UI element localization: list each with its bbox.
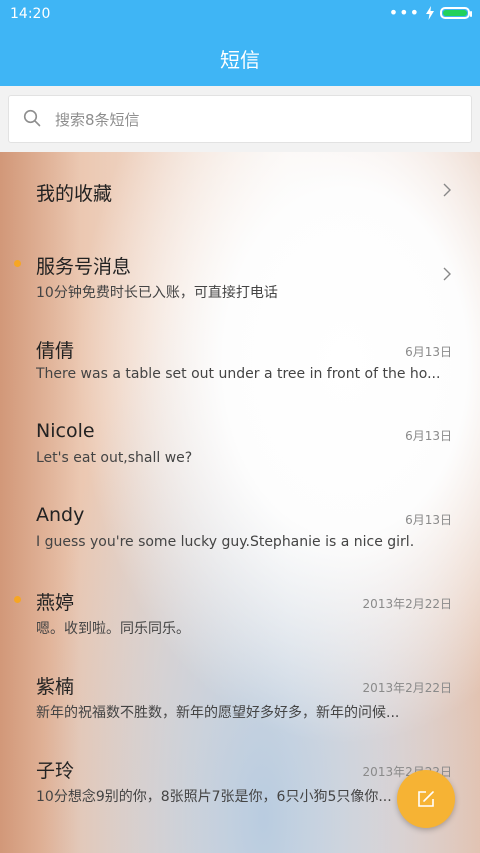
conversation-date: 2013年2月22日 [362,681,452,695]
list-item-favorites[interactable]: 我的收藏 [0,152,480,236]
conversation-list: 我的收藏 服务号消息 10分钟免费时长已入账，可直接打电话 倩倩 6月13日 T… [0,152,480,853]
app-header: 14:20 ••• 短信 [0,0,480,86]
unread-dot [14,596,21,603]
battery-icon [440,7,472,19]
conversation-name: 燕婷 [36,592,75,614]
compose-button[interactable] [397,770,455,828]
conversation-date: 2013年2月22日 [362,597,452,611]
conversation-name: 紫楠 [36,676,75,698]
status-bar: 14:20 ••• [0,0,480,30]
chevron-right-icon [443,183,451,197]
conversation-preview: Let's eat out,shall we? [36,450,193,466]
search-area: 搜索8条短信 [0,86,480,152]
search-placeholder: 搜索8条短信 [55,111,140,129]
conversation-name: Andy [36,504,85,526]
search-input[interactable]: 搜索8条短信 [8,95,472,143]
conversation-preview: 新年的祝福数不胜数，新年的愿望好多好多，新年的问候... [36,705,400,721]
conversation-preview: 10分想念9别的你，8张照片7张是你，6只小狗5只像你... [36,789,392,805]
conversation-name: 倩倩 [36,340,75,362]
list-item-conversation[interactable]: 燕婷 2013年2月22日 嗯。收到啦。同乐同乐。 [0,572,480,656]
conversation-date: 6月13日 [405,429,452,443]
conversation-name: 子玲 [36,760,75,782]
conversation-name: Nicole [36,420,95,442]
list-item-conversation[interactable]: 倩倩 6月13日 There was a table set out under… [0,320,480,404]
list-item-conversation[interactable]: 紫楠 2013年2月22日 新年的祝福数不胜数，新年的愿望好多好多，新年的问候.… [0,656,480,740]
conversation-date: 6月13日 [405,513,452,527]
conversation-name: 我的收藏 [36,183,113,205]
list-item-conversation[interactable]: Nicole 6月13日 Let's eat out,shall we? [0,404,480,488]
conversation-preview: I guess you're some lucky guy.Stephanie … [36,534,415,550]
list-item-conversation[interactable]: Andy 6月13日 I guess you're some lucky guy… [0,488,480,572]
list-item-service[interactable]: 服务号消息 10分钟免费时长已入账，可直接打电话 [0,236,480,320]
more-dots-icon: ••• [388,3,420,22]
page-title: 短信 [220,48,260,72]
unread-dot [14,260,21,267]
status-time: 14:20 [10,6,51,22]
charging-bolt-icon [426,6,434,20]
compose-icon [418,791,434,807]
conversation-name: 服务号消息 [36,256,132,278]
conversation-preview: There was a table set out under a tree i… [36,366,441,382]
chevron-right-icon [443,267,451,281]
conversation-preview: 嗯。收到啦。同乐同乐。 [36,621,190,637]
conversation-preview: 10分钟免费时长已入账，可直接打电话 [36,285,278,301]
status-icons: ••• [388,3,472,22]
search-icon [23,109,41,127]
conversation-date: 6月13日 [405,345,452,359]
